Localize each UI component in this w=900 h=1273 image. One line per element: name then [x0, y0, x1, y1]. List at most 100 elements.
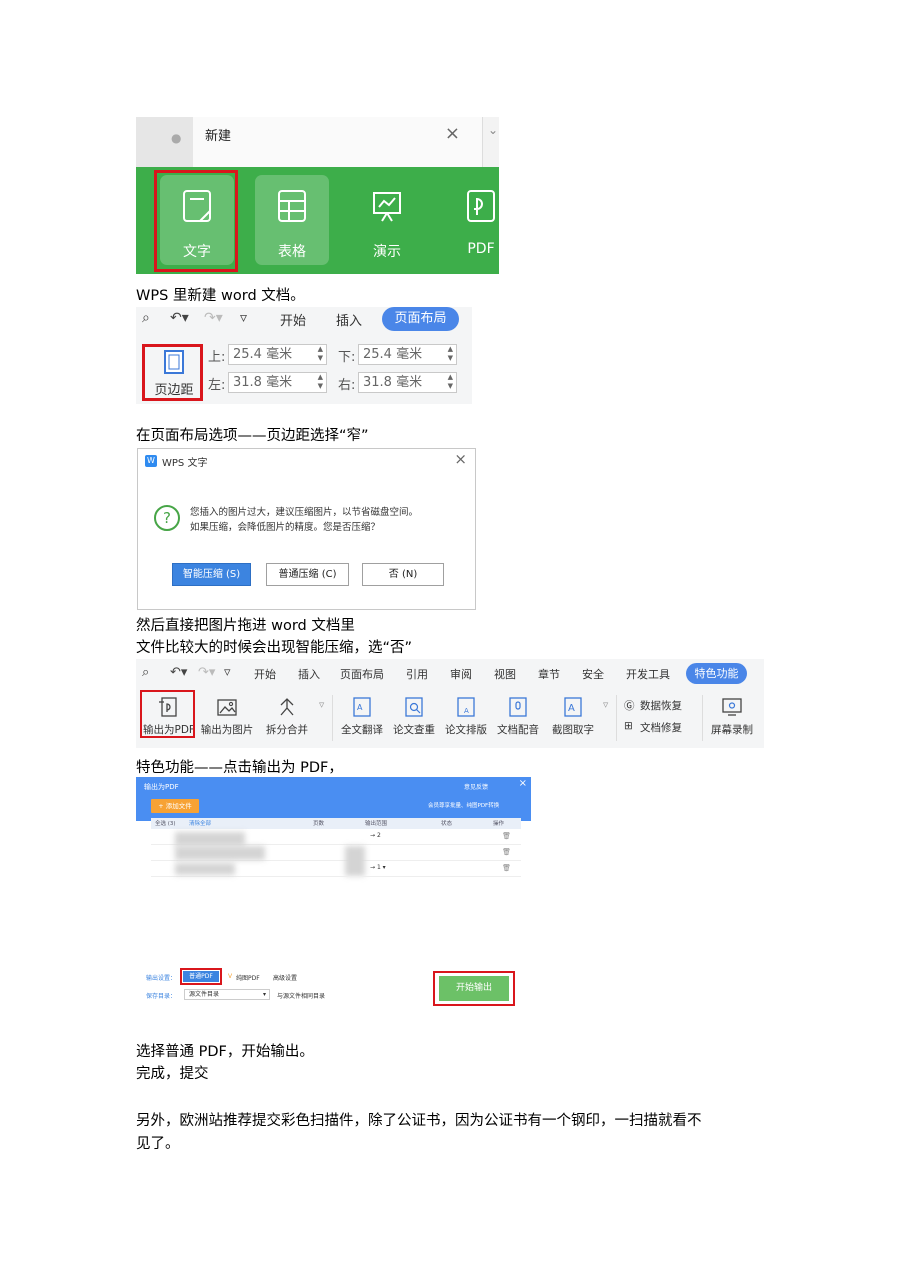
ocr-button[interactable]: A 截图取字 [544, 692, 602, 746]
tab-home[interactable]: 开始 [254, 666, 276, 682]
screenshot-output-settings: 输出设置： 普通PDF V 纯图PDF 高级设置 保存目录： 源文件目录 ▾ 与… [136, 963, 531, 1008]
highlight-box [140, 690, 195, 738]
range-to[interactable]: → 2 [370, 832, 381, 839]
add-file-button[interactable]: + 添加文件 [151, 799, 199, 813]
vip-icon: V [228, 973, 233, 980]
spinner-icon[interactable]: ▲ ▼ [448, 373, 453, 391]
dialog-title: WPS 文字 [162, 458, 208, 469]
tile-presentation[interactable]: 演示 [350, 175, 424, 265]
thesis-format-button[interactable]: A 论文排版 [440, 692, 492, 746]
page-margin-icon [164, 350, 184, 374]
feedback-link[interactable]: 意见反馈 [464, 782, 488, 791]
export-header: 输出为PDF 意见反馈 × + 添加文件 会员尊享批量、纯图PDF转换 [136, 777, 531, 821]
smart-compress-button[interactable]: 智能压缩 (S) [172, 563, 251, 586]
redo-icon[interactable]: ↷▾ [198, 665, 215, 680]
select-all-checkbox[interactable]: 全选 (3) [155, 819, 176, 827]
tab-page-layout[interactable]: 页面布局 [340, 666, 384, 682]
tab-insert[interactable]: 插入 [298, 666, 320, 682]
close-icon[interactable]: × [445, 123, 460, 144]
tab-references[interactable]: 引用 [406, 666, 428, 682]
spinner-icon[interactable]: ▲ ▼ [318, 373, 323, 391]
plagiarism-check-button[interactable]: 论文查重 [388, 692, 440, 746]
print-preview-icon[interactable]: ⌕ [142, 665, 149, 680]
tab-home[interactable]: 开始 [280, 310, 306, 329]
member-promo: 会员尊享批量、纯图PDF转换 [428, 803, 500, 809]
normal-compress-button[interactable]: 普通压缩 (C) [266, 563, 349, 586]
recovery-icon: Ⓖ [624, 700, 635, 712]
undo-icon[interactable]: ↶▾ [170, 665, 187, 680]
chevron-down-icon[interactable]: ▿ [224, 665, 231, 680]
tab-view[interactable]: 视图 [494, 666, 516, 682]
export-image-button[interactable]: 输出为图片 [198, 692, 256, 746]
tab-developer[interactable]: 开发工具 [626, 666, 670, 682]
advanced-settings-link[interactable]: 高级设置 [273, 973, 297, 982]
tab-new[interactable]: 新建 × [193, 117, 483, 167]
tile-spreadsheet[interactable]: 表格 [255, 175, 329, 265]
margin-button[interactable]: 页边距 [142, 344, 203, 401]
right-margin-field[interactable]: 31.8 毫米 ▲ ▼ [358, 372, 457, 393]
more-icon[interactable]: ▿ [319, 699, 324, 711]
image-pdf-option[interactable]: 纯图PDF [236, 973, 260, 982]
col-range: 输出范围 [365, 821, 388, 827]
table-row[interactable]: → 1 ▾ 🗑 [151, 861, 521, 877]
tile-pdf[interactable]: PDF [444, 175, 499, 265]
save-dir-select[interactable]: 源文件目录 ▾ [184, 989, 270, 1000]
caption-new-word: WPS 里新建 word 文档。 [136, 288, 305, 304]
left-margin-field[interactable]: 31.8 毫米 ▲ ▼ [228, 372, 327, 393]
clear-all-link[interactable]: 清除全部 [189, 819, 211, 827]
range-to[interactable]: → 1 ▾ [370, 864, 386, 871]
top-margin-field[interactable]: 25.4 毫米 ▲ ▼ [228, 344, 327, 365]
check-icon [405, 697, 423, 717]
screenshot-compress-dialog: W WPS 文字 × ? 您插入的图片过大，建议压缩图片，以节省磁盘空间。 如果… [137, 448, 476, 610]
tab-page-layout[interactable]: 页面布局 [382, 307, 459, 331]
format-icon: A [457, 697, 475, 717]
right-margin-label: 右: [338, 378, 356, 393]
ocr-icon: A [564, 697, 582, 717]
tab-bar: ● 新建 × ⌄ [136, 117, 499, 167]
split-merge-button[interactable]: 拆分合并 [258, 692, 316, 746]
trash-icon[interactable]: 🗑 [502, 832, 511, 840]
tab-security[interactable]: 安全 [582, 666, 604, 682]
spinner-icon[interactable]: ▲ ▼ [318, 345, 323, 363]
redo-icon[interactable]: ↷▾ [204, 310, 223, 326]
bottom-margin-field[interactable]: 25.4 毫米 ▲ ▼ [358, 344, 457, 365]
trash-icon[interactable]: 🗑 [502, 848, 511, 856]
svg-text:A: A [568, 703, 575, 714]
tab-featured[interactable]: 特色功能 [686, 663, 747, 684]
trash-icon[interactable]: 🗑 [502, 864, 511, 872]
tab-review[interactable]: 审阅 [450, 666, 472, 682]
start-output-button[interactable]: 开始输出 [439, 976, 509, 1001]
close-icon[interactable]: × [519, 778, 527, 789]
table-row[interactable]: → 2 🗑 [151, 829, 521, 846]
split-merge-icon [280, 698, 294, 716]
blurred-filename [175, 846, 265, 860]
translate-icon: A [353, 697, 371, 717]
wps-logo-icon: W [145, 455, 157, 467]
close-icon[interactable]: × [454, 450, 467, 468]
screenshot-export-pdf: 输出为PDF 意见反馈 × + 添加文件 会员尊享批量、纯图PDF转换 全选 (… [136, 777, 531, 957]
separator [702, 695, 703, 741]
chevron-down-icon[interactable]: ▿ [240, 310, 247, 326]
question-icon: ? [154, 505, 180, 531]
no-button[interactable]: 否 (N) [362, 563, 444, 586]
undo-icon[interactable]: ↶▾ [170, 310, 189, 326]
voice-over-button[interactable]: 文档配音 [492, 692, 544, 746]
tile-label: PDF [467, 241, 495, 257]
separator [616, 695, 617, 741]
highlight-box [154, 170, 238, 272]
caption-choose-no: 文件比较大的时候会出现智能压缩，选“否” [136, 640, 413, 656]
top-margin-label: 上: [208, 350, 226, 365]
svg-text:A: A [464, 707, 469, 715]
tab-insert[interactable]: 插入 [336, 310, 362, 329]
tab-title: 新建 [205, 129, 232, 144]
highlight-box [180, 968, 222, 985]
tab-chapter[interactable]: 章节 [538, 666, 560, 682]
caption-done: 完成，提交 [136, 1066, 209, 1082]
spinner-icon[interactable]: ▲ ▼ [448, 345, 453, 363]
chevron-down-icon[interactable]: ⌄ [488, 123, 498, 137]
more-icon[interactable]: ▿ [603, 699, 608, 711]
table-row[interactable]: 🗑 [151, 845, 521, 876]
screen-record-button[interactable]: 屏幕录制 [706, 692, 758, 746]
print-preview-icon[interactable]: ⌕ [142, 310, 150, 326]
translate-button[interactable]: A 全文翻译 [336, 692, 388, 746]
